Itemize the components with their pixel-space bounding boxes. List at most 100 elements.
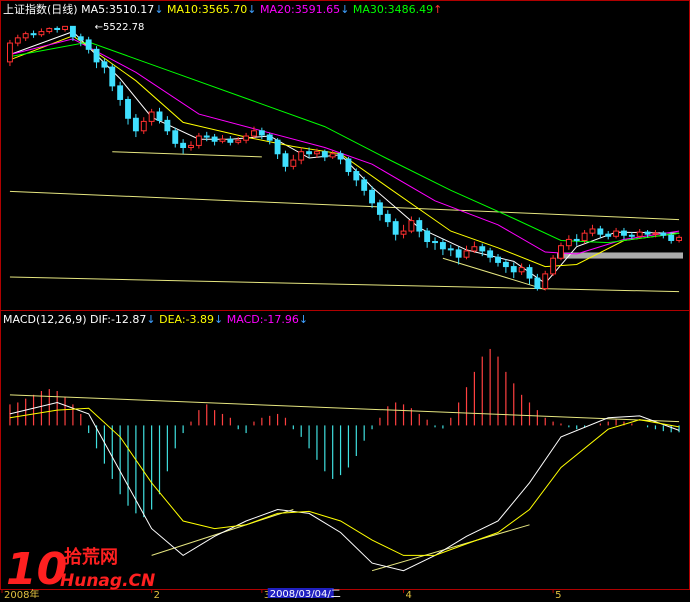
- macd-label: MACD(12,26,9): [3, 313, 90, 326]
- candle-body: [526, 267, 533, 279]
- watermark-site: Hunag.CN: [60, 571, 155, 591]
- candle-body: [605, 233, 612, 237]
- candle-body: [392, 221, 399, 235]
- indicator-readout-ma5: MA5:3510.17: [81, 3, 154, 16]
- candle-body: [306, 151, 313, 155]
- macd-title: MACD(12,26,9) DIF:-12.87↓ DEA:-3.89↓ MAC…: [3, 313, 308, 326]
- candle-body: [30, 33, 37, 36]
- candle-body: [345, 158, 352, 173]
- candle-body: [337, 153, 344, 160]
- indicator-arrow: ↑: [433, 3, 442, 16]
- candle-body: [558, 245, 564, 259]
- price-trendline-1: [9, 276, 680, 293]
- candle-body: [542, 273, 549, 290]
- candle-body: [361, 179, 368, 191]
- candle-body: [180, 142, 187, 149]
- candle-body: [400, 230, 407, 235]
- candle-body: [219, 138, 226, 142]
- candle-body: [14, 37, 21, 44]
- macd-panel: [9, 348, 680, 572]
- chart-frame: [0, 0, 690, 590]
- candle-body: [274, 139, 281, 155]
- candle-body: [479, 246, 486, 252]
- macd-trendline-2: [371, 524, 530, 572]
- candle-body: [235, 139, 242, 143]
- candle-body: [132, 117, 139, 132]
- chart-title: 上证指数(日线): [3, 2, 81, 16]
- candle-body: [93, 48, 100, 63]
- candle-body: [353, 171, 360, 181]
- candle-body: [589, 228, 596, 234]
- candle-body: [62, 25, 68, 30]
- candle-body: [628, 234, 635, 237]
- candle-body: [644, 231, 651, 235]
- indicator-readout-ma10: MA10:3565.70: [167, 3, 247, 16]
- indicator-arrow: ↓: [340, 3, 353, 16]
- dea-line: [9, 407, 680, 556]
- candle-body: [266, 134, 273, 141]
- candle-body: [369, 189, 375, 204]
- x-tick-label: 5: [555, 590, 561, 598]
- candle-body: [101, 61, 108, 68]
- candle-body: [676, 236, 683, 241]
- macd-arrow: ↓: [146, 313, 159, 326]
- macd-readout-macd: MACD:-17.96: [227, 313, 299, 326]
- candle-body: [597, 228, 604, 235]
- candle-body: [314, 151, 320, 155]
- candle-body: [565, 238, 572, 247]
- candle-body: [581, 232, 588, 241]
- candle-body: [298, 151, 305, 161]
- candle-body: [613, 230, 620, 237]
- candle-body: [495, 256, 501, 263]
- candle-body: [424, 230, 431, 243]
- candle-body: [329, 153, 336, 158]
- macd-trendline-0: [9, 394, 680, 423]
- candle-body: [109, 66, 116, 87]
- candle-body: [471, 246, 478, 252]
- stock-chart: 上证指数(日线) MA5:3510.17↓ MA10:3565.70↓ MA20…: [0, 0, 690, 601]
- indicator-arrow: ↓: [154, 3, 167, 16]
- candle-body: [77, 36, 84, 41]
- candle-body: [550, 257, 557, 275]
- candle-body: [321, 151, 328, 158]
- indicator-arrow: ↓: [247, 3, 260, 16]
- candle-body: [455, 249, 462, 258]
- candle-body: [6, 42, 13, 63]
- candle-body: [258, 130, 265, 136]
- annotation-high: ←5522.78: [95, 22, 145, 33]
- candle-body: [652, 232, 659, 235]
- candle-body: [172, 130, 179, 144]
- watermark-logo-numeral: 10: [6, 544, 67, 595]
- candle-body: [164, 119, 171, 132]
- candle-body: [148, 111, 155, 122]
- candle-body: [46, 27, 53, 33]
- price-panel: [6, 25, 683, 293]
- macd-readout-dea: DEA:-3.89: [159, 313, 214, 326]
- x-tick-label: 4: [406, 590, 412, 598]
- candle-body: [416, 220, 423, 232]
- candle-body: [227, 138, 234, 143]
- candle-body: [22, 33, 29, 39]
- candle-body: [534, 277, 541, 290]
- candle-body: [621, 230, 627, 236]
- price-trendline-2: [112, 151, 262, 158]
- candle-body: [573, 238, 580, 241]
- indicator-readout-ma20: MA20:3591.65: [260, 3, 340, 16]
- candle-body: [660, 232, 667, 236]
- candle-body: [140, 120, 147, 132]
- candle-body: [156, 111, 163, 121]
- candle-body: [251, 130, 257, 137]
- candle-body: [85, 39, 92, 50]
- candle-body: [290, 159, 297, 167]
- candle-body: [408, 220, 415, 232]
- candle-body: [447, 248, 454, 251]
- candle-body: [384, 213, 391, 223]
- outer-border: [0, 0, 690, 590]
- candle-body: [203, 135, 210, 138]
- candle-body: [510, 266, 517, 273]
- candle-body: [282, 153, 289, 167]
- candle-body: [188, 144, 194, 149]
- candle-body: [487, 250, 494, 258]
- indicator-readout-ma30: MA30:3486.49: [353, 3, 433, 16]
- chart-stage: 上证指数(日线) MA5:3510.17↓ MA10:3565.70↓ MA20…: [0, 0, 690, 601]
